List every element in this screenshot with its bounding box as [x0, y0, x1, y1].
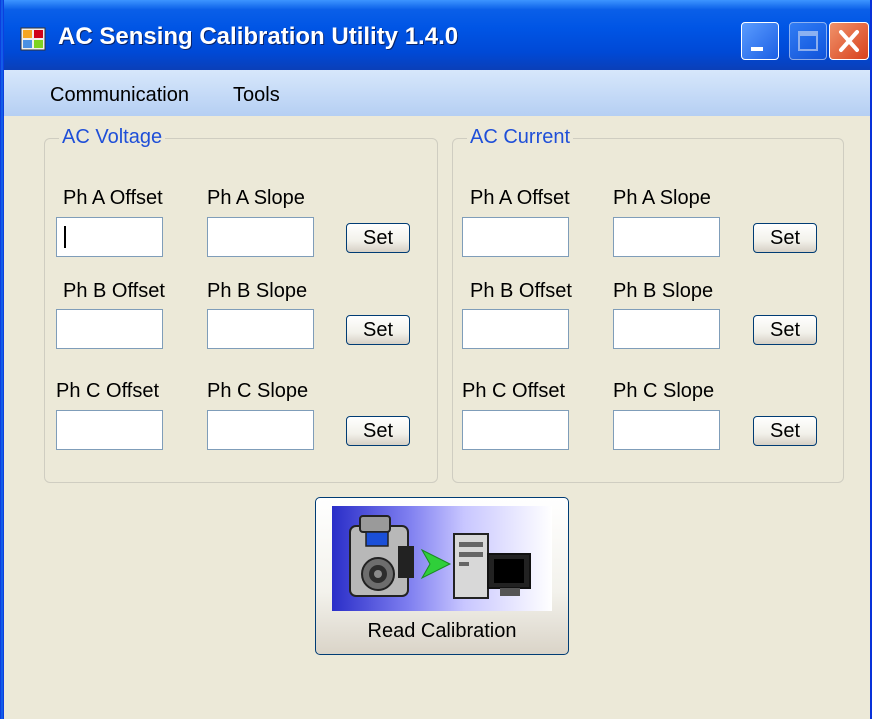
window-frame-left: [0, 0, 4, 719]
voltage-ph-a-slope-label: Ph A Slope: [207, 187, 305, 209]
current-ph-a-offset-label: Ph A Offset: [470, 187, 570, 209]
maximize-button[interactable]: [789, 22, 827, 60]
current-ph-a-offset-input[interactable]: [462, 217, 569, 257]
current-ph-b-slope-input[interactable]: [613, 309, 720, 349]
voltage-ph-a-offset-label: Ph A Offset: [63, 187, 163, 209]
voltage-ph-b-offset-label: Ph B Offset: [63, 280, 165, 302]
ac-current-title: AC Current: [467, 126, 574, 149]
read-calibration-label: Read Calibration: [367, 620, 517, 642]
voltage-ph-c-slope-label: Ph C Slope: [207, 380, 309, 402]
voltage-ph-c-set-button[interactable]: Set: [346, 416, 410, 446]
current-ph-b-offset-input[interactable]: [462, 309, 569, 349]
voltage-ph-b-offset-input[interactable]: [56, 309, 163, 349]
voltage-ph-c-slope-input[interactable]: [207, 410, 314, 450]
title-bar[interactable]: AC Sensing Calibration Utility 1.4.0: [0, 0, 872, 70]
voltage-ph-a-slope-input[interactable]: [207, 217, 314, 257]
current-ph-b-slope-label: Ph B Slope: [613, 280, 714, 302]
menu-bar: Communication Tools: [4, 70, 870, 116]
minimize-button[interactable]: [741, 22, 779, 60]
voltage-ph-b-slope-label: Ph B Slope: [207, 280, 308, 302]
current-ph-c-slope-input[interactable]: [613, 410, 720, 450]
current-ph-a-slope-label: Ph A Slope: [613, 187, 711, 209]
current-ph-c-set-button[interactable]: Set: [753, 416, 817, 446]
current-ph-a-slope-input[interactable]: [613, 217, 720, 257]
app-icon: [20, 27, 46, 51]
menu-communication[interactable]: Communication: [50, 84, 189, 107]
voltage-ph-b-slope-input[interactable]: [207, 309, 314, 349]
camera-to-computer-icon: [349, 515, 531, 599]
ac-voltage-title: AC Voltage: [59, 126, 166, 149]
minimize-icon: [751, 47, 763, 51]
current-ph-c-offset-input[interactable]: [462, 410, 569, 450]
current-ph-b-offset-label: Ph B Offset: [470, 280, 572, 302]
window-title: AC Sensing Calibration Utility 1.4.0: [58, 23, 459, 50]
current-ph-b-set-button[interactable]: Set: [753, 315, 817, 345]
voltage-ph-a-offset-input[interactable]: [56, 217, 163, 257]
text-caret: [64, 226, 66, 248]
read-calibration-button[interactable]: Read Calibration: [315, 497, 569, 655]
menu-tools[interactable]: Tools: [233, 84, 280, 107]
read-calibration-image: [332, 506, 552, 611]
voltage-ph-c-offset-input[interactable]: [56, 410, 163, 450]
close-button[interactable]: [829, 22, 869, 60]
current-ph-c-offset-label: Ph C Offset: [462, 380, 566, 402]
current-ph-c-slope-label: Ph C Slope: [613, 380, 715, 402]
maximize-icon: [798, 31, 818, 51]
voltage-ph-a-set-button[interactable]: Set: [346, 223, 410, 253]
voltage-ph-b-set-button[interactable]: Set: [346, 315, 410, 345]
close-icon: [839, 30, 859, 52]
app-window: AC Sensing Calibration Utility 1.4.0 Com…: [0, 0, 872, 719]
voltage-ph-c-offset-label: Ph C Offset: [56, 380, 160, 402]
current-ph-a-set-button[interactable]: Set: [753, 223, 817, 253]
